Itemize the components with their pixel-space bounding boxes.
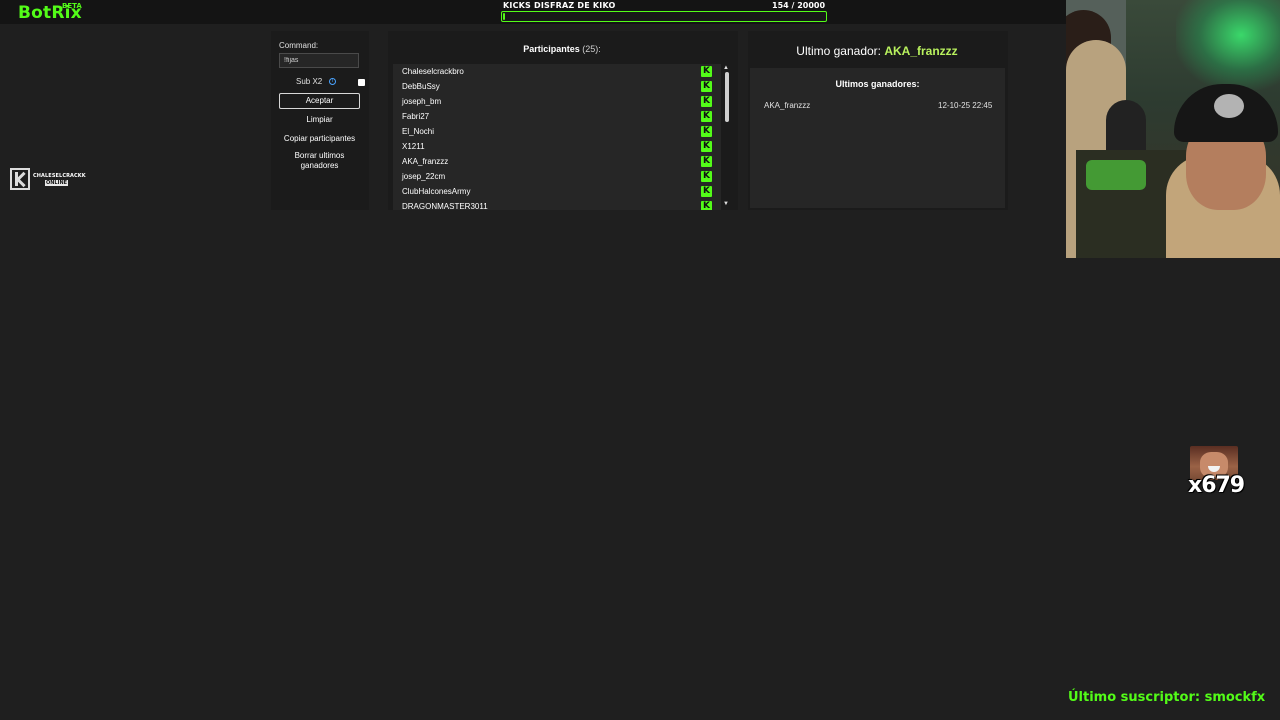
channel-logo: CHALESELCRACKK ONLINE xyxy=(10,168,90,190)
webcam-rig-light xyxy=(1086,160,1146,190)
kick-icon: K xyxy=(701,111,712,122)
kick-icon: K xyxy=(701,66,712,77)
kick-icon: K xyxy=(701,186,712,197)
channel-k-icon xyxy=(10,168,30,190)
participant-name: DebBuSsy xyxy=(402,82,440,91)
last-winner-heading: Ultimo ganador: AKA_franzzz xyxy=(748,44,1006,58)
last-winner-name: AKA_franzzz xyxy=(884,44,958,58)
goal-progress-bar xyxy=(501,11,827,22)
participant-name: AKA_franzzz xyxy=(402,157,449,166)
kick-icon: K xyxy=(701,141,712,152)
participant-name: El_Nochi xyxy=(402,127,435,136)
webcam-cap-logo xyxy=(1214,94,1244,118)
accept-button[interactable]: Aceptar xyxy=(279,93,360,109)
last-winner-label: Ultimo ganador: xyxy=(796,44,885,58)
winner-row-name: AKA_franzzz xyxy=(764,101,811,110)
channel-logo-name: CHALESELCRACKK xyxy=(33,173,86,179)
goal-title: KICKS DISFRAZ DE KIKO xyxy=(503,1,616,10)
participant-name: Fabri27 xyxy=(402,112,430,121)
kick-icon: K xyxy=(701,81,712,92)
command-label: Command: xyxy=(279,41,319,50)
sub-x2-label: Sub X2 xyxy=(296,77,323,86)
participants-title-text: Participantes xyxy=(523,44,580,54)
list-item[interactable]: El_Nochi K xyxy=(393,124,721,139)
scroll-up-icon[interactable]: ▲ xyxy=(723,65,729,71)
list-item[interactable]: AKA_franzzz K xyxy=(393,154,721,169)
list-item[interactable]: josep_22cm K xyxy=(393,169,721,184)
list-item[interactable]: Chaleselcrackbro K xyxy=(393,64,721,79)
list-item[interactable]: X1211 K xyxy=(393,139,721,154)
channel-logo-status: ONLINE xyxy=(45,180,69,186)
webcam-feed xyxy=(1066,0,1280,258)
winners-list-title: Ultimos ganadores: xyxy=(835,79,920,89)
sub-alert-username: x679 xyxy=(1188,473,1245,498)
beta-badge: BETA xyxy=(62,2,82,10)
participant-name: ClubHalconesArmy xyxy=(402,187,471,196)
participant-name: Chaleselcrackbro xyxy=(402,67,464,76)
scrollbar-thumb[interactable] xyxy=(725,72,729,122)
clear-button[interactable]: Limpiar xyxy=(279,115,360,125)
goal-count: 154 / 20000 xyxy=(772,1,826,10)
list-item[interactable]: DebBuSsy K xyxy=(393,79,721,94)
command-input[interactable] xyxy=(279,53,359,68)
info-icon[interactable]: i xyxy=(329,78,336,85)
participants-title: Participantes (25): xyxy=(388,44,736,54)
list-item[interactable]: joseph_bm K xyxy=(393,94,721,109)
winner-row-date: 12-10-25 22:45 xyxy=(938,101,993,110)
copy-participants-button[interactable]: Copiar participantes xyxy=(279,134,360,144)
participant-name: DRAGONMASTER3011 xyxy=(402,202,488,210)
goal-progress-fill xyxy=(503,13,506,20)
participant-name: X1211 xyxy=(402,142,425,151)
kick-icon: K xyxy=(701,126,712,137)
list-item[interactable]: DRAGONMASTER3011 K xyxy=(393,199,721,210)
sub-x2-checkbox[interactable] xyxy=(358,79,365,86)
kick-icon: K xyxy=(701,171,712,182)
winner-panel: Ultimo ganador: AKA_franzzz Ultimos gana… xyxy=(748,31,1008,210)
participants-list[interactable]: Chaleselcrackbro K DebBuSsy Kjoseph_bm K Fabr… xyxy=(393,64,721,210)
scroll-down-icon[interactable]: ▼ xyxy=(723,201,729,207)
last-subscriber: Último suscriptor: smockfx xyxy=(1068,690,1266,705)
top-bar: BotRix BETA KICKS DISFRAZ DE KIKO 154 / … xyxy=(0,0,1066,24)
participant-name: joseph_bm xyxy=(402,97,442,106)
kick-icon: K xyxy=(701,96,712,107)
participants-count: (25): xyxy=(582,44,601,54)
list-item[interactable]: ClubHalconesArmy K xyxy=(393,184,721,199)
control-panel: Command: Sub X2 i Aceptar Limpiar Copiar… xyxy=(271,31,369,210)
kick-icon: K xyxy=(701,156,712,167)
webcam-green-light xyxy=(1176,0,1280,90)
participants-panel: Participantes (25): Chaleselcrackbro K Deb… xyxy=(388,31,738,210)
kick-icon: K xyxy=(701,201,712,210)
delete-winners-button[interactable]: Borrar ultimos ganadores xyxy=(279,151,360,171)
winners-list: Ultimos ganadores: AKA_franzzz 12-10-25 … xyxy=(750,68,1005,208)
list-item[interactable]: Fabri27 K xyxy=(393,109,721,124)
participant-name: josep_22cm xyxy=(402,172,446,181)
